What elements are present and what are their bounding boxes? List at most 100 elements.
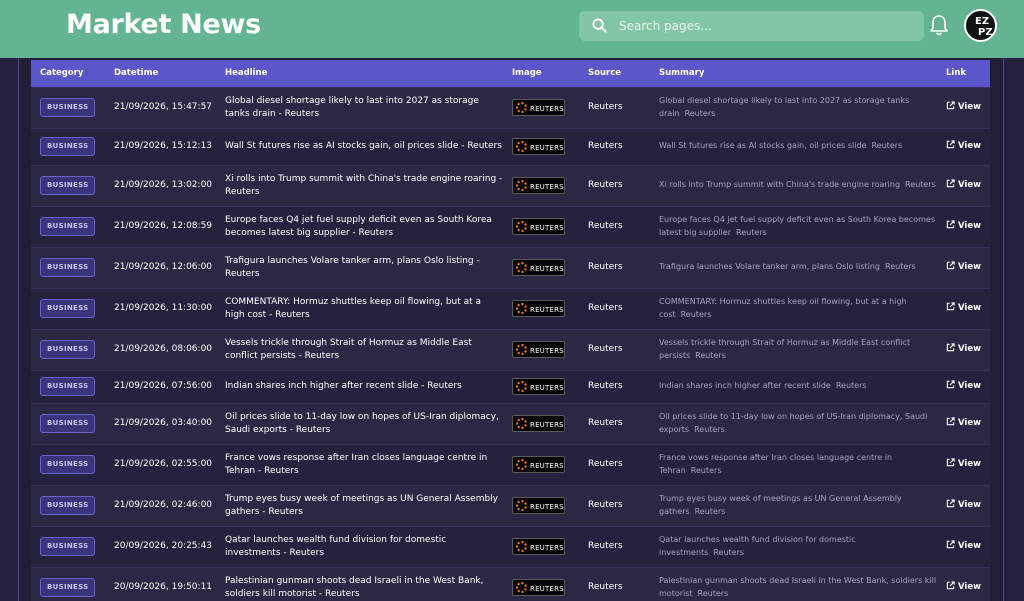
source-cell: Reuters [579,566,650,601]
summary-text: Qatar launches wealth fund division for … [659,535,856,557]
summary-body: Trafigura launches Volare tanker arm, pl… [659,262,881,271]
table-row[interactable]: BUSINESS 21/09/2026, 13:02:00 Xi rolls int… [31,164,990,206]
avatar-text-top: EZ [975,16,990,27]
reuters-logo-image: REUTERS [512,138,565,155]
summary-text: COMMENTARY: Hormuz shuttles keep oil flo… [659,297,907,319]
category-badge: BUSINESS [40,98,96,117]
source-cell: Reuters [579,402,650,444]
column-header-headline[interactable]: Headline [216,60,503,87]
image-cell: REUTERS [503,164,579,206]
datetime-cell: 21/09/2026, 15:47:57 [105,86,216,128]
source-cell: Reuters [579,484,650,526]
category-badge: BUSINESS [40,578,96,598]
view-link-label: View [958,180,981,190]
view-link[interactable]: View [946,302,981,313]
view-link[interactable]: View [946,101,981,112]
summary-cell: Qatar launches wealth fund division for … [650,525,937,567]
search-box[interactable] [579,11,924,41]
image-cell: REUTERS [503,287,579,329]
reuters-logo-icon [516,381,527,392]
view-link[interactable]: View [946,343,981,354]
column-header-image[interactable]: Image [503,60,579,87]
headline-cell: Trafigura launches Volare tanker arm, pl… [216,246,503,288]
view-link[interactable]: View [946,458,981,469]
view-link[interactable]: View [946,540,981,551]
reuters-logo-image: REUTERS [512,415,565,432]
category-badge: BUSINESS [40,340,96,359]
summary-source: Reuters [680,309,712,319]
image-cell: REUTERS [503,369,579,403]
reuters-logo-text: REUTERS [530,144,564,152]
table-row[interactable]: BUSINESS 20/09/2026, 20:25:43 Qatar launch… [31,525,990,567]
summary-text: Wall St futures rise as AI stocks gain, … [659,141,902,150]
summary-cell: Europe faces Q4 jet fuel supply deficit … [650,205,937,247]
table-row[interactable]: BUSINESS 20/09/2026, 19:50:11 Palestinian … [31,566,990,601]
datetime-cell: 21/09/2026, 15:12:13 [105,127,216,165]
table-row[interactable]: BUSINESS 21/09/2026, 12:06:00 Trafigura la… [31,246,990,288]
category-badge: BUSINESS [40,455,96,474]
category-badge: BUSINESS [40,176,96,195]
reuters-logo-text: REUTERS [530,265,564,273]
link-cell: View [937,402,990,444]
summary-text: Trafigura launches Volare tanker arm, pl… [659,262,916,271]
bell-icon[interactable] [929,14,949,36]
category-cell: BUSINESS [31,525,105,567]
image-cell: REUTERS [503,525,579,567]
external-link-icon [946,343,955,352]
view-link[interactable]: View [946,499,981,510]
summary-source: Reuters [736,227,767,237]
table-row[interactable]: BUSINESS 21/09/2026, 15:47:57 Global diese… [31,86,990,128]
category-cell: BUSINESS [31,402,105,444]
view-link[interactable]: View [946,417,981,428]
summary-cell: Wall St futures rise as AI stocks gain, … [650,127,937,165]
search-input[interactable] [619,11,914,41]
table-row[interactable]: BUSINESS 21/09/2026, 07:56:00 Indian share… [31,369,990,403]
datetime-cell: 21/09/2026, 03:40:00 [105,402,216,444]
view-link[interactable]: View [946,220,981,231]
summary-source: Reuters [713,547,745,557]
view-link[interactable]: View [946,140,981,151]
category-badge: BUSINESS [40,537,96,556]
table-row[interactable]: BUSINESS 21/09/2026, 08:06:00 Vessels tric… [31,328,990,370]
view-link[interactable]: View [946,380,981,391]
column-header-link[interactable]: Link [937,60,990,87]
view-link-label: View [958,500,981,510]
reuters-logo-image: REUTERS [512,259,565,276]
view-link-label: View [958,262,981,272]
reuters-logo-icon [516,582,527,594]
external-link-icon [946,380,955,389]
table-header-row: Category Datetime Headline Image Source … [31,60,990,87]
table-row[interactable]: BUSINESS 21/09/2026, 12:08:59 Europe faces… [31,205,990,247]
top-bar: Market News EZ PZ [0,0,1024,58]
reuters-logo-image: REUTERS [512,378,565,395]
view-link[interactable]: View [946,179,981,190]
summary-text: Trump eyes busy week of meetings as UN G… [659,494,902,516]
reuters-logo-icon [516,221,527,232]
reuters-logo-image: REUTERS [512,218,565,235]
table-row[interactable]: BUSINESS 21/09/2026, 02:55:00 France vows … [31,443,990,485]
summary-text: Oil prices slide to 11-day low on hopes … [659,412,927,434]
column-header-datetime[interactable]: Datetime [105,60,216,87]
table-row[interactable]: BUSINESS 21/09/2026, 03:40:00 Oil prices s… [31,402,990,444]
headline-cell: Qatar launches wealth fund division for … [216,525,503,567]
table-row[interactable]: BUSINESS 21/09/2026, 15:12:13 Wall St futu… [31,127,990,165]
column-header-category[interactable]: Category [31,60,105,87]
category-cell: BUSINESS [31,369,105,403]
view-link[interactable]: View [946,261,981,272]
avatar[interactable]: EZ PZ [964,9,997,42]
view-link[interactable]: View [946,581,981,592]
category-cell: BUSINESS [31,127,105,165]
column-header-source[interactable]: Source [579,60,650,87]
table-row[interactable]: BUSINESS 21/09/2026, 11:30:00 COMMENTARY: … [31,287,990,329]
datetime-cell: 21/09/2026, 11:30:00 [105,287,216,329]
column-header-summary[interactable]: Summary [650,60,937,87]
table-row[interactable]: BUSINESS 21/09/2026, 02:46:00 Trump eyes b… [31,484,990,526]
summary-source: Reuters [871,141,903,150]
external-link-icon [946,581,955,590]
category-cell: BUSINESS [31,484,105,526]
summary-body: Europe faces Q4 jet fuel supply deficit … [659,214,935,237]
reuters-logo-image: REUTERS [512,177,565,194]
summary-body: Wall St futures rise as AI stocks gain, … [659,141,867,150]
reuters-logo-icon [516,262,527,273]
source-cell: Reuters [579,369,650,403]
